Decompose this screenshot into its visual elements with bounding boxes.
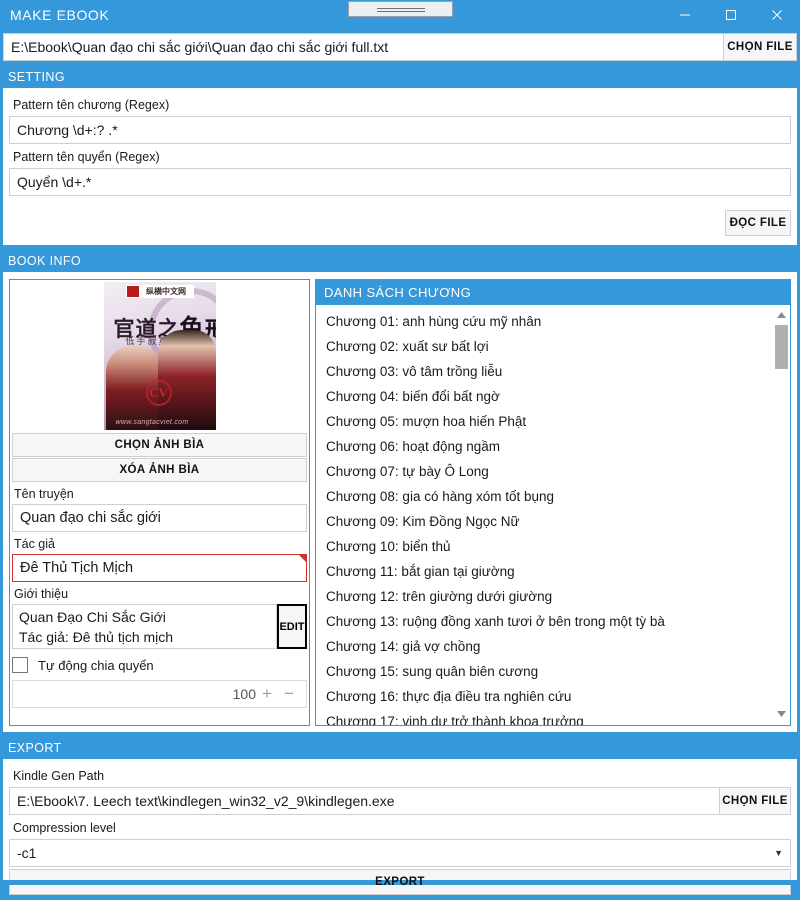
- chevron-up-icon: [777, 312, 786, 319]
- source-file-input[interactable]: E:\Ebook\Quan đạo chi sắc giới\Quan đạo …: [3, 33, 723, 61]
- compression-level-select[interactable]: -c1 ▼: [9, 839, 791, 867]
- volume-pattern-label: Pattern tên quyển (Regex): [13, 150, 160, 164]
- author-label: Tác giả: [14, 537, 55, 551]
- chevron-down-icon: [777, 711, 786, 717]
- cover-figure-right: [157, 330, 216, 430]
- kindle-gen-path-label: Kindle Gen Path: [13, 769, 105, 783]
- chapter-list-column: DANH SÁCH CHƯƠNG Chương 01: anh hùng cứu…: [315, 279, 791, 726]
- chapter-list-item[interactable]: Chương 02: xuất sư bất lợi: [316, 334, 773, 359]
- drag-handle-line-top: [377, 8, 425, 9]
- read-file-button[interactable]: ĐỌC FILE: [725, 210, 791, 236]
- intro-textarea[interactable]: Quan Đạo Chi Sắc Giới Tác giả: Đê thủ tị…: [12, 604, 277, 649]
- cover-watermark-badge: CV: [145, 380, 172, 406]
- edit-intro-button[interactable]: EDIT: [277, 604, 307, 649]
- setting-panel: Pattern tên chương (Regex) Chương \d+:? …: [3, 88, 797, 245]
- chapter-list-item[interactable]: Chương 03: vô tâm trồng liễu: [316, 359, 773, 384]
- book-title-field: Quan đạo chi sắc giới: [12, 504, 307, 532]
- chapter-list-header: DANH SÁCH CHƯƠNG: [316, 280, 790, 306]
- chapter-list-item[interactable]: Chương 01: anh hùng cứu mỹ nhân: [316, 309, 773, 334]
- minimize-button[interactable]: [662, 0, 708, 30]
- intro-label: Giới thiệu: [14, 587, 69, 601]
- minimize-icon: [680, 14, 690, 16]
- setting-section-header: SETTING: [0, 66, 800, 88]
- split-count-decrement[interactable]: −: [278, 684, 300, 704]
- chapter-list-item[interactable]: Chương 05: mượn hoa hiến Phật: [316, 409, 773, 434]
- chapter-list-item[interactable]: Chương 10: biển thủ: [316, 534, 773, 559]
- window-drag-handle[interactable]: [348, 1, 453, 17]
- cover-url-watermark: www.sangtacviet.com: [115, 419, 189, 426]
- split-count-value: 100: [232, 686, 256, 702]
- chevron-down-icon: ▼: [774, 848, 783, 858]
- app-title: MAKE EBOOK: [10, 7, 110, 23]
- cover-logo-mark: [126, 286, 139, 297]
- choose-cover-button[interactable]: CHỌN ẢNH BÌA: [12, 433, 307, 457]
- cover-publisher-logo: 纵横中文网: [125, 285, 194, 298]
- source-file-row: E:\Ebook\Quan đạo chi sắc giới\Quan đạo …: [3, 33, 797, 61]
- volume-pattern-input[interactable]: Quyển \d+.*: [9, 168, 791, 196]
- compression-level-label: Compression level: [13, 821, 116, 835]
- cover-preview-area: 纵横中文网 官道之色戒 低手寂寞 CV www.sangtacviet.com: [10, 280, 309, 432]
- book-cover-image: 纵横中文网 官道之色戒 低手寂寞 CV www.sangtacviet.com: [103, 282, 216, 430]
- choose-kindle-gen-button[interactable]: CHỌN FILE: [719, 787, 791, 815]
- scroll-down-button[interactable]: [773, 706, 790, 723]
- chapter-list-item[interactable]: Chương 15: sung quân biên cương: [316, 659, 773, 684]
- chapter-list-item[interactable]: Chương 12: trên giường dưới giường: [316, 584, 773, 609]
- auto-split-checkbox[interactable]: [12, 657, 28, 673]
- maximize-icon: [726, 10, 736, 20]
- auto-split-label: Tự động chia quyển: [38, 657, 154, 673]
- chapter-list-body: Chương 01: anh hùng cứu mỹ nhân Chương 02…: [316, 305, 790, 725]
- cover-publisher-text: 纵横中文网: [146, 287, 186, 296]
- chapter-list-item[interactable]: Chương 11: bắt gian tại giường: [316, 559, 773, 584]
- chapter-list-item[interactable]: Chương 06: hoạt động ngầm: [316, 434, 773, 459]
- chapter-pattern-input[interactable]: Chương \d+:? .*: [9, 116, 791, 144]
- chapter-list-scrollbar[interactable]: [773, 305, 790, 725]
- app-window: MAKE EBOOK E:\Ebook\Quan đạo chi sắc giớ…: [0, 0, 800, 900]
- export-section-header: EXPORT: [0, 737, 800, 759]
- book-info-section-header: BOOK INFO: [0, 250, 800, 272]
- title-bar: MAKE EBOOK: [0, 0, 800, 30]
- kindle-gen-path-input[interactable]: E:\Ebook\7. Leech text\kindlegen_win32_v…: [9, 787, 719, 815]
- auto-split-row[interactable]: Tự động chia quyển: [12, 655, 307, 675]
- chapter-list-item[interactable]: Chương 07: tự bày Ô Long: [316, 459, 773, 484]
- intro-line-1: Quan Đạo Chi Sắc Giới: [19, 609, 166, 625]
- chapter-list-item[interactable]: Chương 08: gia có hàng xóm tốt bụng: [316, 484, 773, 509]
- read-file-row: ĐỌC FILE: [9, 210, 791, 236]
- author-field: Đê Thủ Tịch Mịch: [12, 554, 307, 582]
- choose-source-file-button[interactable]: CHỌN FILE: [723, 33, 797, 61]
- window-controls: [662, 0, 800, 30]
- split-count-stepper[interactable]: 100 + −: [12, 680, 307, 708]
- maximize-button[interactable]: [708, 0, 754, 30]
- close-icon: [772, 10, 782, 20]
- author-input[interactable]: Đê Thủ Tịch Mịch: [12, 554, 307, 582]
- book-title-label: Tên truyện: [14, 487, 74, 501]
- chapter-list[interactable]: Chương 01: anh hùng cứu mỹ nhân Chương 02…: [316, 305, 773, 725]
- chapter-list-item[interactable]: Chương 17: vinh dự trở thành khoa trưởng: [316, 709, 773, 725]
- chapter-list-item[interactable]: Chương 13: ruộng đồng xanh tươi ở bên tr…: [316, 609, 773, 634]
- book-title-input[interactable]: Quan đạo chi sắc giới: [12, 504, 307, 532]
- delete-cover-button[interactable]: XÓA ẢNH BÌA: [12, 458, 307, 482]
- compression-level-value: -c1: [17, 845, 37, 861]
- close-button[interactable]: [754, 0, 800, 30]
- book-info-panel: 纵横中文网 官道之色戒 低手寂寞 CV www.sangtacviet.com …: [3, 272, 797, 732]
- chapter-list-item[interactable]: Chương 09: Kim Đồng Ngọc Nữ: [316, 509, 773, 534]
- chapter-list-item[interactable]: Chương 14: giả vợ chồng: [316, 634, 773, 659]
- export-panel: Kindle Gen Path E:\Ebook\7. Leech text\k…: [3, 759, 797, 895]
- scroll-up-button[interactable]: [773, 307, 790, 324]
- intro-line-2: Tác giả: Đê thủ tịch mịch: [19, 629, 174, 645]
- chapter-list-item[interactable]: Chương 04: biến đổi bất ngờ: [316, 384, 773, 409]
- chapter-list-item[interactable]: Chương 16: thực địa điều tra nghiên cứu: [316, 684, 773, 709]
- chapter-pattern-label: Pattern tên chương (Regex): [13, 98, 170, 112]
- scrollbar-thumb[interactable]: [775, 325, 788, 370]
- book-details-column: 纵横中文网 官道之色戒 低手寂寞 CV www.sangtacviet.com …: [9, 279, 310, 726]
- split-count-increment[interactable]: +: [256, 684, 278, 704]
- drag-handle-line-bottom: [377, 11, 425, 12]
- kindle-gen-path-row: E:\Ebook\7. Leech text\kindlegen_win32_v…: [9, 787, 791, 815]
- intro-field-row: Quan Đạo Chi Sắc Giới Tác giả: Đê thủ tị…: [12, 604, 307, 649]
